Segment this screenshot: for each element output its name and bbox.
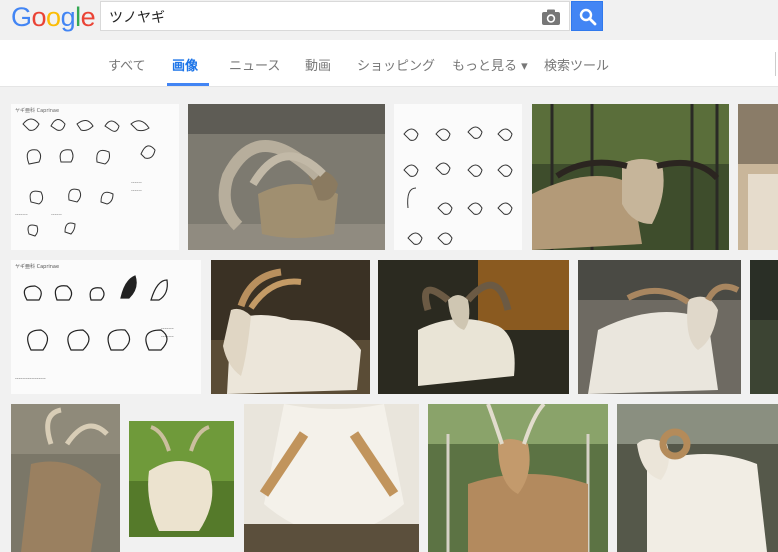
goat-in-grass-photo [129,421,234,537]
image-result[interactable] [532,104,729,250]
white-goat-photo [211,260,370,394]
goat-sketch-image: ヤギ亜科 Caprinae ------------ ------- ------ [11,104,179,250]
tab-news[interactable]: ニュース [229,55,280,74]
image-results-grid: ヤギ亜科 Caprinae ------ ------ ------- ------ [0,88,778,552]
tab-images[interactable]: 画像 [172,55,198,74]
tab-all[interactable]: すべて [108,55,146,74]
search-button[interactable] [571,1,603,31]
svg-text:-------: ------- [161,334,174,340]
tab-more[interactable]: もっと見る ▾ [452,55,528,74]
search-box [100,1,570,31]
svg-text:-----------------: ----------------- [15,376,46,382]
markhor-photo [188,104,385,250]
active-tab-indicator [167,83,209,86]
white-goat-photo [578,260,741,394]
tab-shopping[interactable]: ショッピング [357,55,435,74]
tab-search-tools[interactable]: 検索ツール [544,55,609,74]
search-icon [579,8,597,26]
tab-videos[interactable]: 動画 [305,55,331,74]
image-result[interactable] [394,104,522,250]
image-result[interactable] [578,260,741,394]
svg-text:ヤギ亜科 Caprinae: ヤギ亜科 Caprinae [15,107,59,114]
logo-letter: e [80,2,96,32]
image-result[interactable]: ヤギ亜科 Caprinae ------- ------- -----------… [11,260,201,394]
image-result[interactable] [738,104,778,250]
svg-text:------: ------ [131,180,142,186]
goat-photo [532,104,729,250]
top-bar: Google [0,0,778,40]
goat-by-fence-photo [428,404,608,552]
image-result[interactable] [750,260,778,394]
svg-text:ヤギ亜科 Caprinae: ヤギ亜科 Caprinae [15,263,59,270]
markhor-photo [378,260,569,394]
google-logo[interactable]: Google [11,2,96,32]
image-result[interactable] [617,404,778,552]
svg-text:-------: ------- [15,212,28,218]
horn-chart-image: ヤギ亜科 Caprinae ------- ------- -----------… [11,260,201,394]
image-result[interactable] [188,104,385,250]
goat-horns-photo [244,404,419,552]
search-input[interactable] [107,6,531,28]
image-result[interactable] [244,404,419,552]
svg-text:------: ------ [131,188,142,194]
image-result[interactable] [378,260,569,394]
image-result[interactable]: ヤギ亜科 Caprinae ------ ------ ------- ------ [11,104,179,250]
svg-text:------: ------ [51,212,62,218]
white-ram-photo [617,404,778,552]
svg-text:-------: ------- [161,326,174,332]
goat-on-rocks-photo [11,404,120,552]
camera-icon[interactable] [541,8,561,26]
image-result[interactable] [211,260,370,394]
goat-sketch-image [394,104,522,250]
image-result[interactable] [11,404,120,552]
logo-letter: G [11,2,32,32]
partial-photo [750,260,778,394]
logo-letter: o [31,2,47,32]
logo-letter: o [46,2,61,32]
image-result[interactable] [129,421,234,537]
search-tabs: すべて 画像 ニュース 動画 ショッピング もっと見る ▾ 検索ツール [0,40,778,87]
partial-photo [738,104,778,250]
logo-letter: g [60,2,76,32]
image-result[interactable] [428,404,608,552]
